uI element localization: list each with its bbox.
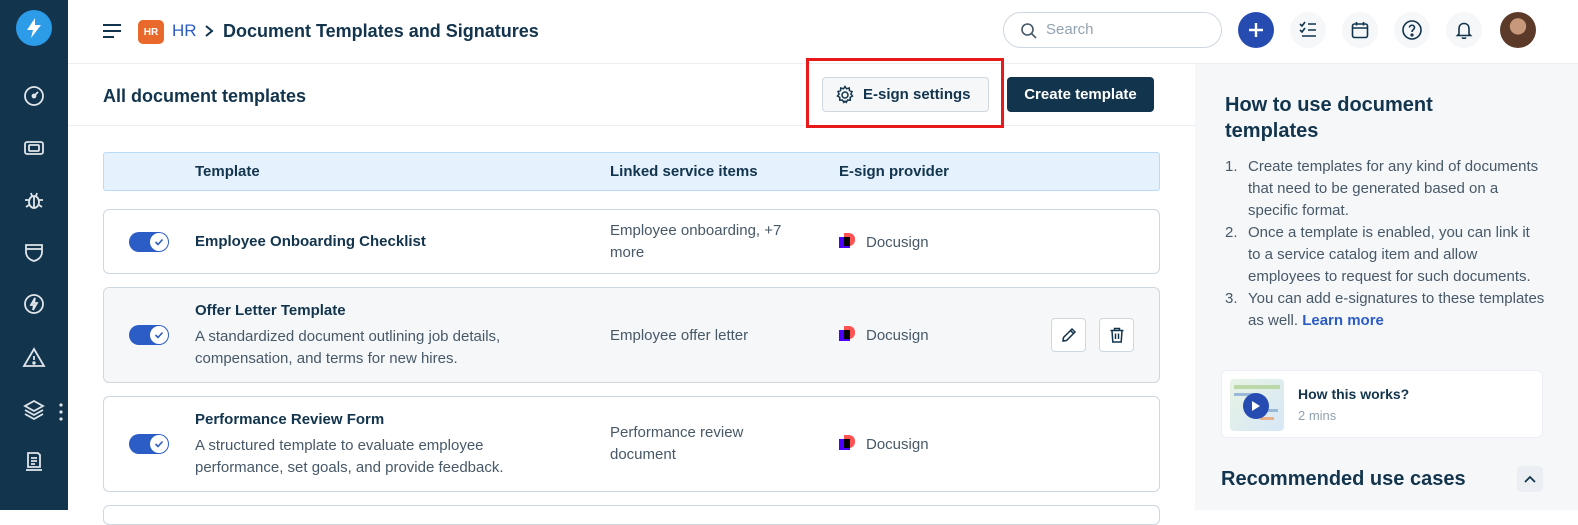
provider-name: Docusign <box>866 326 929 344</box>
linked-service-items: Employee onboarding, +7 more <box>610 222 782 261</box>
table-row[interactable]: Offer Letter Template A standardized doc… <box>103 287 1160 383</box>
help-button[interactable] <box>1394 12 1430 48</box>
page-title: Document Templates and Signatures <box>223 21 539 41</box>
new-item-button[interactable] <box>1238 12 1274 48</box>
delete-template-button[interactable] <box>1099 318 1134 352</box>
template-name: Employee Onboarding Checklist <box>195 233 426 250</box>
esign-settings-label: E-sign settings <box>863 86 971 103</box>
search-input[interactable] <box>1046 21 1206 38</box>
create-template-button[interactable]: Create template <box>1007 77 1154 112</box>
column-header-template: Template <box>195 163 260 180</box>
section-title: All document templates <box>103 86 307 106</box>
table-row[interactable]: Performance Review Form A structured tem… <box>103 396 1160 492</box>
template-description: A structured template to evaluate employ… <box>195 437 504 476</box>
esign-provider: Docusign <box>839 233 929 251</box>
assets-icon[interactable] <box>20 396 48 424</box>
docusign-logo-icon <box>839 233 857 251</box>
template-name: Offer Letter Template <box>195 302 346 319</box>
solutions-icon[interactable] <box>20 448 48 476</box>
template-description: A standardized document outlining job de… <box>195 328 501 367</box>
learn-more-link[interactable]: Learn more <box>1302 312 1384 329</box>
check-icon <box>154 238 164 246</box>
problems-icon[interactable] <box>20 186 48 214</box>
template-enabled-toggle[interactable] <box>129 325 169 345</box>
help-steps-list: 1. Create templates for any kind of docum… <box>1225 156 1545 332</box>
changes-icon[interactable] <box>20 238 48 266</box>
how-it-works-video-card[interactable]: How this works? 2 mins <box>1221 370 1543 438</box>
gear-icon <box>836 84 854 104</box>
collapse-section-button[interactable] <box>1517 466 1543 492</box>
user-avatar[interactable] <box>1500 12 1536 48</box>
bell-icon <box>1455 22 1473 40</box>
top-bar: HR HR Document Templates and Signatures <box>68 0 1578 64</box>
column-header-esign-provider: E-sign provider <box>839 163 950 180</box>
table-header: Template Linked service items E-sign pro… <box>103 152 1160 191</box>
video-title: How this works? <box>1298 386 1410 402</box>
table-row[interactable]: Employee Onboarding Checklist Employee o… <box>103 209 1160 274</box>
calendar-button[interactable] <box>1342 12 1378 48</box>
linked-service-items: Performance review document <box>610 424 744 463</box>
templates-header: All document templates E-sign settings C… <box>68 58 1195 128</box>
esign-provider: Docusign <box>839 326 929 344</box>
docusign-logo-icon <box>839 435 857 453</box>
alerts-icon[interactable] <box>20 344 48 372</box>
help-panel-title: How to use document templates <box>1225 94 1433 142</box>
tickets-icon[interactable] <box>20 134 48 162</box>
table-row[interactable] <box>103 505 1160 525</box>
dashboard-icon[interactable] <box>20 82 48 110</box>
linked-service-items: Employee offer letter <box>610 327 749 344</box>
help-step: 3. You can add e-signatures to these temp… <box>1225 290 1545 329</box>
app-logo-icon[interactable] <box>16 10 52 46</box>
help-step: 2. Once a template is enabled, you can li… <box>1225 224 1531 285</box>
plus-icon <box>1249 23 1263 37</box>
search-box[interactable] <box>1003 12 1222 48</box>
video-thumbnail <box>1230 379 1284 431</box>
template-name: Performance Review Form <box>195 411 385 428</box>
todo-list-button[interactable] <box>1290 12 1326 48</box>
help-panel: How to use document templates 1. Create t… <box>1195 64 1578 510</box>
trash-icon <box>1110 327 1123 343</box>
chevron-up-icon <box>1524 475 1536 483</box>
pencil-icon <box>1061 327 1076 342</box>
search-icon <box>1021 23 1037 39</box>
template-enabled-toggle[interactable] <box>129 232 169 252</box>
checklist-icon <box>1299 21 1316 37</box>
play-icon <box>1243 393 1269 419</box>
notifications-button[interactable] <box>1446 12 1482 48</box>
releases-icon[interactable] <box>20 290 48 318</box>
calendar-icon <box>1351 22 1369 39</box>
recommended-use-cases-title: Recommended use cases <box>1221 468 1466 490</box>
edit-template-button[interactable] <box>1051 318 1086 352</box>
sidebar-resize-handle-icon[interactable] <box>58 402 64 422</box>
check-icon <box>154 440 164 448</box>
provider-name: Docusign <box>866 233 929 251</box>
help-step: 1. Create templates for any kind of docum… <box>1225 158 1539 219</box>
help-circle-icon <box>1402 20 1422 40</box>
menu-toggle-icon[interactable] <box>102 22 122 40</box>
provider-name: Docusign <box>866 435 929 453</box>
chevron-right-icon <box>203 24 215 38</box>
esign-provider: Docusign <box>839 435 929 453</box>
template-enabled-toggle[interactable] <box>129 434 169 454</box>
breadcrumb-module-link[interactable]: HR <box>172 21 197 41</box>
esign-settings-button[interactable]: E-sign settings <box>822 77 989 112</box>
video-duration: 2 mins <box>1298 408 1337 423</box>
left-sidebar <box>0 0 68 510</box>
check-icon <box>154 331 164 339</box>
module-badge: HR <box>138 20 164 44</box>
docusign-logo-icon <box>839 326 857 344</box>
column-header-linked-service-items: Linked service items <box>610 163 758 180</box>
